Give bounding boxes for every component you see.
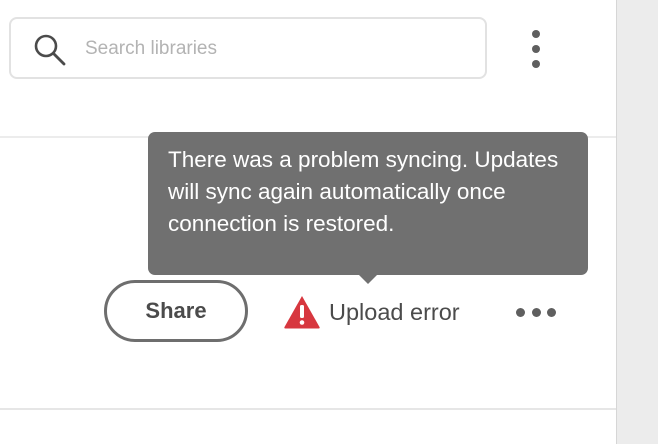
tooltip-text: There was a problem syncing. Updates wil… xyxy=(168,147,559,236)
dot xyxy=(532,60,540,68)
vertical-ellipsis-icon[interactable] xyxy=(524,30,548,68)
dot xyxy=(532,45,540,53)
search-box[interactable] xyxy=(9,17,487,79)
dot xyxy=(532,30,540,38)
search-input[interactable] xyxy=(85,31,475,67)
libraries-panel: There was a problem syncing. Updates wil… xyxy=(0,0,616,444)
upload-error-status[interactable]: Upload error xyxy=(283,292,460,332)
divider xyxy=(0,408,616,410)
dot xyxy=(531,307,541,317)
sync-error-tooltip: There was a problem syncing. Updates wil… xyxy=(148,132,588,275)
horizontal-ellipsis-icon[interactable] xyxy=(516,300,556,324)
upload-error-label: Upload error xyxy=(329,298,460,325)
dot xyxy=(516,307,525,317)
warning-triangle-icon xyxy=(284,296,320,329)
share-button-label: Share xyxy=(145,298,207,323)
share-button[interactable]: Share xyxy=(104,280,248,342)
tooltip-arrow xyxy=(358,274,378,284)
search-icon xyxy=(34,34,66,66)
dot xyxy=(547,307,556,317)
window-edge xyxy=(616,0,658,444)
